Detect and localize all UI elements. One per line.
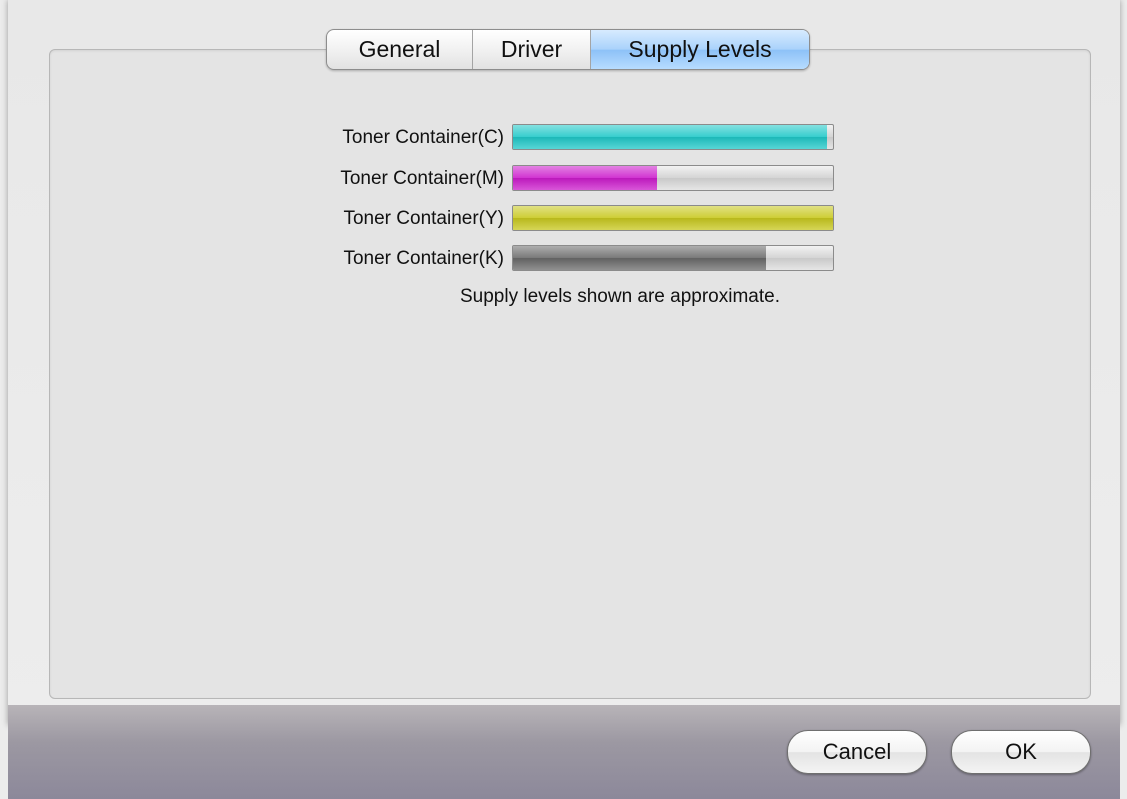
toner-magenta-level-bar [512,165,834,191]
toner-yellow-level-fill [513,206,833,230]
toner-yellow-level-bar [512,205,834,231]
tab-bar: General Driver Supply Levels [326,29,810,70]
tab-driver[interactable]: Driver [473,30,591,69]
cancel-button[interactable]: Cancel [787,730,927,774]
toner-magenta-label: Toner Container(M) [340,168,504,189]
toner-yellow-label: Toner Container(Y) [343,208,504,229]
toner-cyan-level-bar [512,124,834,150]
approximate-levels-note: Supply levels shown are approximate. [459,286,780,307]
toner-cyan-label: Toner Container(C) [342,127,504,148]
toner-black-level-bar [512,245,834,271]
tab-supply-levels[interactable]: Supply Levels [591,30,809,69]
toner-black-level-fill [513,246,766,270]
toner-cyan-level-fill [513,125,827,149]
tab-general[interactable]: General [327,30,473,69]
toner-magenta-level-fill [513,166,657,190]
toner-black-label: Toner Container(K) [343,248,504,269]
ok-button[interactable]: OK [951,730,1091,774]
